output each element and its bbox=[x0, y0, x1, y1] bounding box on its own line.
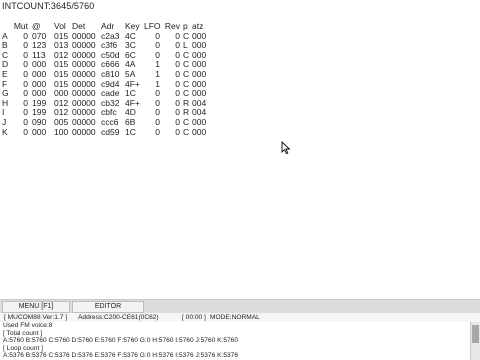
console-line: [ Total count ] bbox=[3, 329, 43, 337]
intcount-readout: INTCOUNT:3645/5760 bbox=[2, 1, 95, 11]
cell-at: 000 bbox=[32, 126, 47, 137]
version-label: [ MUCOM88 Ver:1.7 ] bbox=[4, 314, 68, 321]
cell-mut: 0 bbox=[23, 126, 28, 137]
console-scrollbar[interactable] bbox=[470, 322, 480, 360]
bottom-tab-bar: MENU [F1] EDITOR bbox=[0, 299, 480, 313]
editor-button[interactable]: EDITOR bbox=[72, 301, 144, 313]
console-line: [ Loop count ] bbox=[3, 344, 43, 352]
time-label: [ 00:00 ] bbox=[182, 314, 206, 321]
address-label: Address:C200-CE61(0C62) bbox=[78, 314, 159, 321]
mode-label: MODE:NORMAL bbox=[210, 314, 260, 321]
cell-p: C bbox=[183, 126, 190, 137]
cell-adr: cd59 bbox=[101, 126, 120, 137]
console-line: A:5376 B:5376 C:5376 D:5376 E:5376 F:537… bbox=[3, 352, 238, 360]
cell-key: 1C bbox=[125, 126, 136, 137]
menu-button[interactable]: MENU [F1] bbox=[2, 301, 70, 313]
scrollbar-thumb[interactable] bbox=[472, 325, 479, 343]
cell-ch: K bbox=[2, 126, 8, 137]
log-console[interactable]: Used FM voice:8 [ Total count ] A:5760 B… bbox=[0, 322, 470, 360]
mucom88-window: INTCOUNT:3645/5760 Mut @ Vol Det Adr Key… bbox=[0, 0, 480, 360]
cell-rev: 0 bbox=[175, 126, 180, 137]
cell-det: 00000 bbox=[72, 126, 96, 137]
console-line: Used FM voice:8 bbox=[3, 322, 53, 329]
cell-vol: 100 bbox=[54, 126, 69, 137]
status-bar: [ MUCOM88 Ver:1.7 ] Address:C200-CE61(0C… bbox=[0, 313, 480, 322]
console-line: A:5760 B:5760 C:5760 D:5760 E:5760 F:576… bbox=[3, 337, 238, 345]
cell-lfo: 0 bbox=[155, 126, 160, 137]
mouse-pointer-icon bbox=[281, 141, 291, 155]
cell-atz: 000 bbox=[192, 126, 207, 137]
